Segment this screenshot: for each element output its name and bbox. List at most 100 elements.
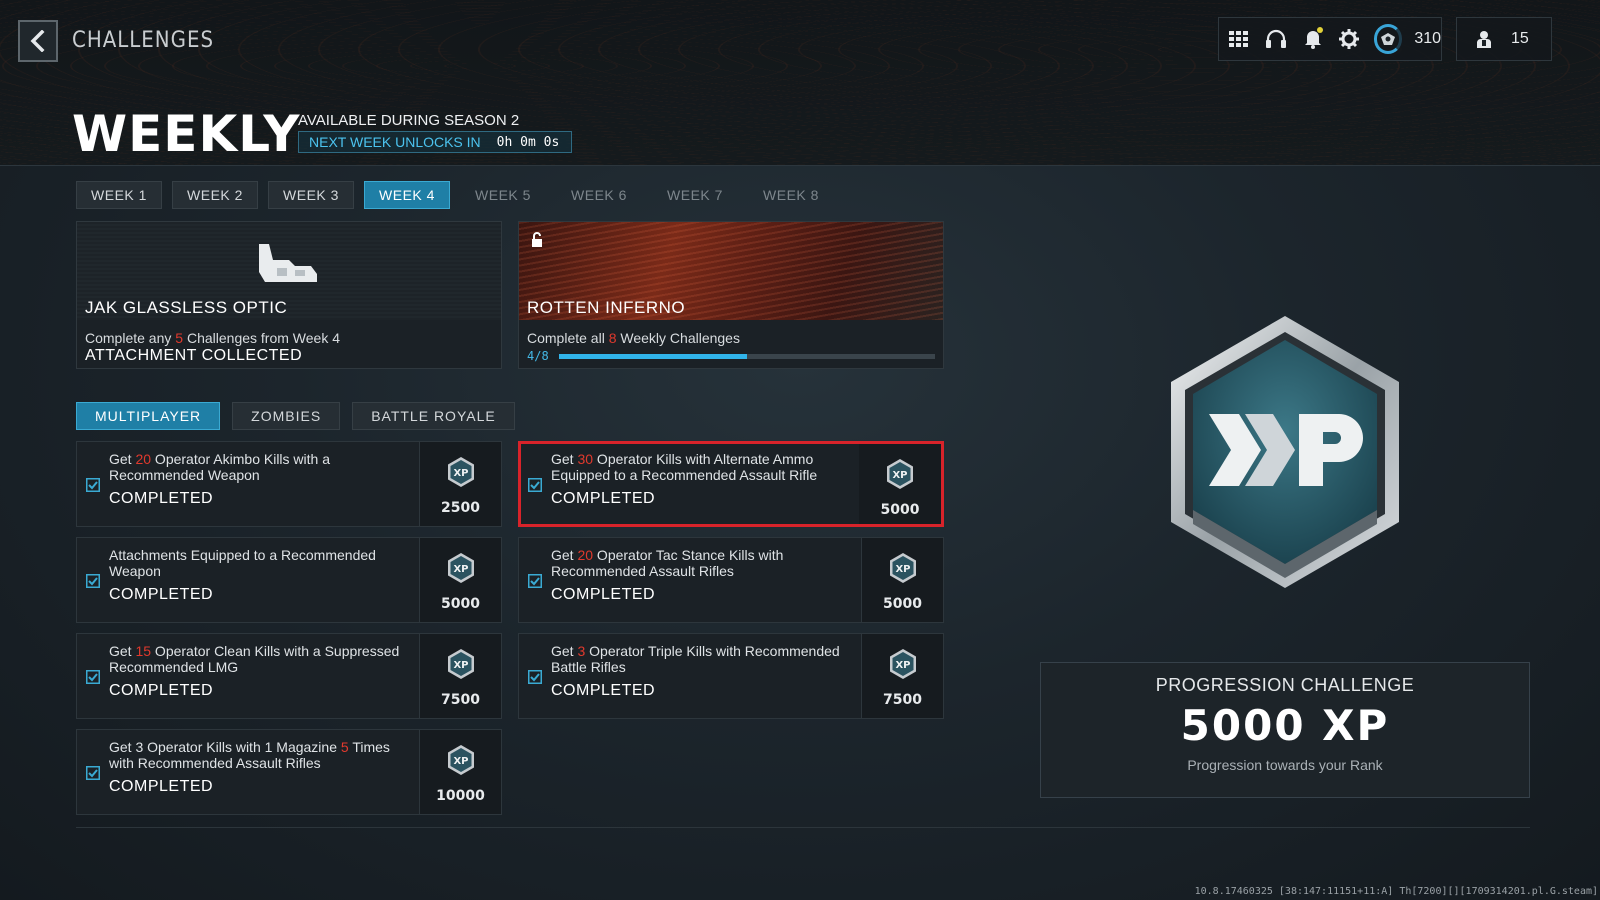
progression-challenge-card: PROGRESSION CHALLENGE 5000 XP Progressio… [1040, 662, 1530, 798]
svg-text:XP: XP [453, 660, 468, 671]
svg-text:XP: XP [895, 660, 910, 671]
progress-bar [559, 354, 935, 359]
svg-text:XP: XP [453, 756, 468, 767]
challenge-reward: XP 5000 [419, 538, 501, 622]
divider [76, 827, 1530, 828]
xp-badge-icon: XP [448, 553, 474, 583]
challenge-text: Operator Clean Kills with a Suppressed R… [109, 643, 400, 675]
challenge-reward: XP 5000 [861, 538, 943, 622]
challenge-text: Operator Triple Kills with Recommended B… [551, 643, 840, 675]
tab-week-1[interactable]: WEEK 1 [76, 181, 162, 209]
tab-week-5[interactable]: WEEK 5 [460, 181, 546, 209]
tab-week-7[interactable]: WEEK 7 [652, 181, 738, 209]
checkbox-checked-icon [86, 574, 100, 588]
challenge-status: COMPLETED [109, 586, 214, 603]
progress-bar-fill [559, 354, 747, 359]
challenge-count: 30 [577, 451, 594, 467]
challenge-description: Get 3 Operator Triple Kills with Recomme… [551, 643, 851, 675]
challenge-card[interactable]: Attachments Equipped to a Recommended We… [76, 537, 502, 623]
challenge-text: Get [551, 643, 578, 659]
tab-week-6[interactable]: WEEK 6 [556, 181, 642, 209]
xp-amount: 7500 [441, 692, 480, 708]
hud-toolbar: 310 [1218, 17, 1442, 61]
svg-text:XP: XP [895, 564, 910, 575]
tab-week-8[interactable]: WEEK 8 [748, 181, 834, 209]
reward-name: ROTTEN INFERNO [527, 298, 686, 317]
prestige-emblem-icon[interactable] [1373, 24, 1403, 54]
notification-dot [1316, 27, 1323, 33]
challenge-reward: XP 2500 [419, 442, 501, 526]
challenge-status: COMPLETED [109, 682, 214, 699]
reward-desc-text: Weekly Challenges [616, 330, 740, 346]
progression-title: PROGRESSION CHALLENGE [1155, 675, 1415, 695]
build-info: 10.8.17460325 [38:147:11151+11:A] Th[720… [1194, 886, 1598, 897]
xp-amount: 5000 [880, 502, 920, 518]
challenge-card[interactable]: Get 20 Operator Akimbo Kills with a Reco… [76, 441, 502, 527]
challenge-card-highlighted[interactable]: Get 30 Operator Kills with Alternate Amm… [518, 441, 944, 527]
challenge-status: COMPLETED [551, 490, 656, 507]
challenge-status: COMPLETED [109, 490, 214, 507]
xp-badge-icon: XP [448, 649, 474, 679]
challenge-description: Get 15 Operator Clean Kills with a Suppr… [109, 643, 409, 675]
xp-badge-icon: XP [887, 459, 913, 489]
xp-amount: 5000 [883, 596, 922, 612]
player-level: 310 [1414, 30, 1442, 47]
breadcrumb: CHALLENGES [72, 28, 215, 53]
tab-week-3[interactable]: WEEK 3 [268, 181, 354, 209]
challenge-reward: XP 7500 [419, 634, 501, 718]
challenge-card[interactable]: Get 20 Operator Tac Stance Kills with Re… [518, 537, 944, 623]
challenge-reward: XP 10000 [419, 730, 501, 814]
gear-icon[interactable] [1337, 26, 1362, 52]
grid-menu-icon[interactable] [1227, 26, 1252, 52]
challenge-description: Get 20 Operator Akimbo Kills with a Reco… [109, 451, 409, 483]
party-count: 15 [1511, 30, 1529, 47]
challenge-card[interactable]: Get 3 Operator Triple Kills with Recomme… [518, 633, 944, 719]
xp-badge-icon: XP [890, 649, 916, 679]
reward-desc-count: 5 [175, 330, 184, 346]
challenge-status: COMPLETED [109, 778, 214, 795]
unlock-label: NEXT WEEK UNLOCKS IN [309, 134, 481, 150]
checkbox-checked-icon [86, 478, 100, 492]
xp-amount: 7500 [883, 692, 922, 708]
xp-amount: 10000 [436, 788, 485, 804]
progression-subtitle: Progression towards your Rank [1187, 757, 1383, 773]
tab-week-2[interactable]: WEEK 2 [172, 181, 258, 209]
mode-tabs: MULTIPLAYER ZOMBIES BATTLE ROYALE [76, 402, 515, 430]
reward-desc-text: Challenges from Week 4 [183, 330, 341, 346]
challenge-description: Attachments Equipped to a Recommended We… [109, 547, 409, 579]
back-button[interactable] [18, 20, 58, 62]
reward-description: Complete any 5 Challenges from Week 4 [85, 330, 340, 346]
progress-count: 4/8 [527, 349, 549, 363]
challenge-text: Attachments Equipped to a Recommended We… [109, 547, 376, 579]
unlock-time: 0h 0m 0s [496, 134, 560, 150]
challenge-card[interactable]: Get 15 Operator Clean Kills with a Suppr… [76, 633, 502, 719]
tab-week-4[interactable]: WEEK 4 [364, 181, 450, 209]
reward-card-optic[interactable]: JAK GLASSLESS OPTIC Complete any 5 Chall… [76, 221, 502, 369]
challenge-text: Get [551, 451, 578, 467]
challenge-reward: XP 7500 [861, 634, 943, 718]
challenge-text: Get [109, 643, 136, 659]
checkbox-checked-icon [86, 670, 100, 684]
challenge-description: Get 30 Operator Kills with Alternate Amm… [551, 451, 851, 483]
chevron-left-icon [30, 30, 45, 52]
reward-card-inferno[interactable]: ROTTEN INFERNO Complete all 8 Weekly Cha… [518, 221, 944, 369]
progression-xp: 5000 XP [1180, 701, 1390, 750]
reward-desc-text: Complete all [527, 330, 609, 346]
headset-icon[interactable] [1264, 26, 1289, 52]
tab-multiplayer[interactable]: MULTIPLAYER [76, 402, 221, 430]
unlock-timer: NEXT WEEK UNLOCKS IN 0h 0m 0s [298, 131, 573, 153]
challenge-count: 20 [135, 451, 152, 467]
challenge-card[interactable]: Get 3 Operator Kills with 1 Magazine 5 T… [76, 729, 502, 815]
challenge-text: Get [109, 451, 136, 467]
party-widget[interactable]: 15 [1456, 17, 1552, 61]
reward-desc-text: Complete any [85, 330, 176, 346]
party-icon [1471, 26, 1497, 52]
tab-zombies[interactable]: ZOMBIES [232, 402, 341, 430]
challenge-reward: XP 5000 [859, 444, 941, 524]
checkbox-checked-icon [528, 670, 542, 684]
challenge-description: Get 3 Operator Kills with 1 Magazine 5 T… [109, 739, 409, 771]
bell-icon[interactable] [1300, 26, 1325, 52]
challenge-text: Get [551, 547, 578, 563]
tab-battle-royale[interactable]: BATTLE ROYALE [352, 402, 515, 430]
xp-amount: 2500 [441, 500, 480, 516]
